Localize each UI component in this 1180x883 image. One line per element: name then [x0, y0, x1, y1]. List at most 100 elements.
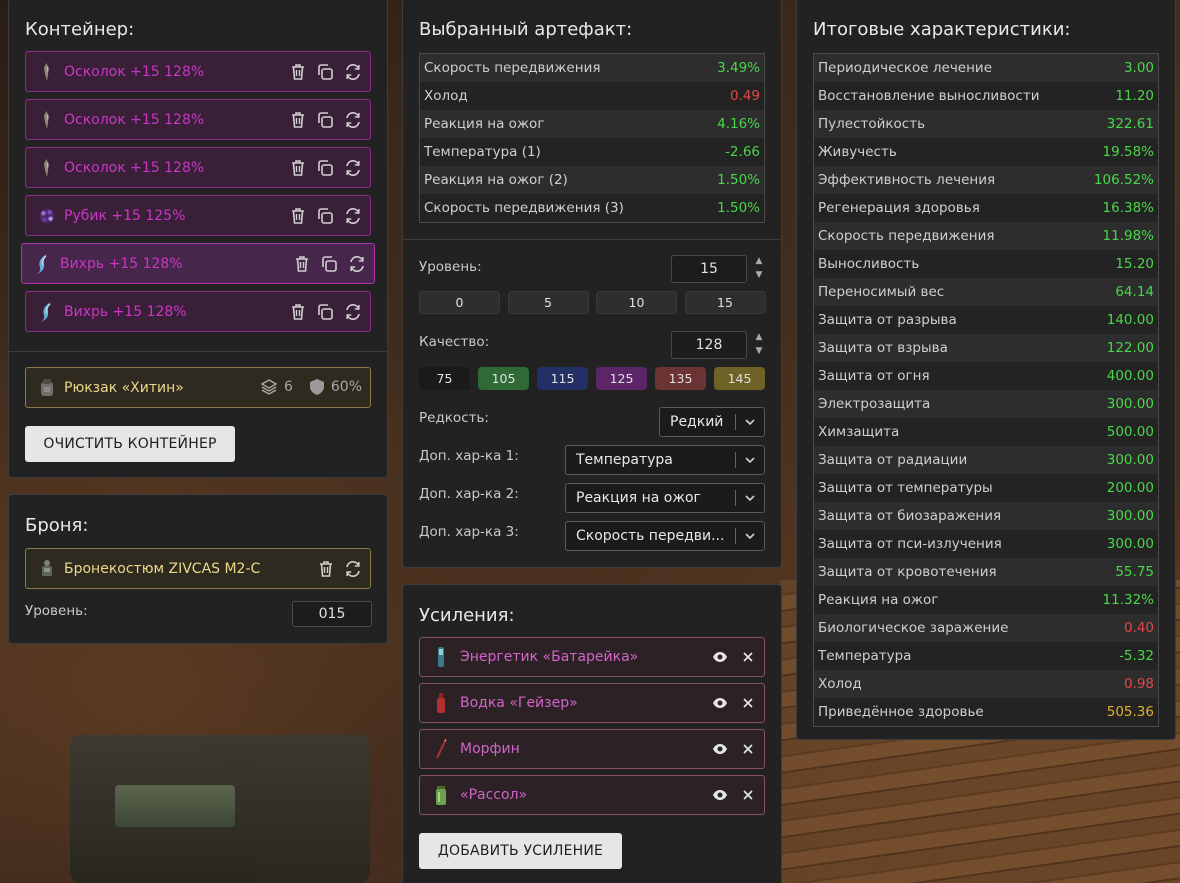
- close-icon[interactable]: [742, 697, 754, 709]
- extra2-value: Реакция на ожог: [576, 490, 701, 506]
- trash-icon[interactable]: [294, 255, 310, 273]
- artifact-row[interactable]: Осколок +15 128%: [25, 147, 371, 188]
- extra1-separator: [735, 452, 736, 468]
- level-stepper-down[interactable]: ▼: [753, 269, 765, 281]
- refresh-icon[interactable]: [344, 303, 362, 321]
- copy-icon[interactable]: [316, 63, 334, 81]
- trash-icon[interactable]: [290, 303, 306, 321]
- extra1-select[interactable]: Температура: [565, 445, 765, 475]
- trash-icon[interactable]: [290, 111, 306, 129]
- level-preset-button[interactable]: 10: [596, 291, 677, 314]
- extra2-label: Доп. хар-ка 2:: [419, 486, 519, 502]
- stat-value: 300.00: [1106, 536, 1154, 552]
- eye-icon[interactable]: [712, 650, 728, 664]
- container-title: Контейнер:: [25, 19, 135, 40]
- stat-row: Электрозащита 300.00: [814, 390, 1158, 418]
- stat-row: Регенерация здоровья 16.38%: [814, 194, 1158, 222]
- artifact-label: Осколок +15 128%: [64, 111, 205, 128]
- refresh-icon[interactable]: [344, 207, 362, 225]
- quality-preset-button[interactable]: 125: [596, 367, 647, 390]
- close-icon[interactable]: [742, 789, 754, 801]
- stat-name: Регенерация здоровья: [818, 200, 980, 216]
- artifact-actions: [290, 63, 362, 81]
- level-label: Уровень:: [419, 259, 482, 275]
- extra3-select[interactable]: Скорость передви...: [565, 521, 765, 551]
- armor-level-input[interactable]: 015: [292, 601, 372, 627]
- boost-label: Морфин: [460, 741, 520, 757]
- refresh-icon[interactable]: [344, 63, 362, 81]
- layers-icon: [260, 379, 278, 395]
- rarity-value: Редкий: [670, 414, 724, 430]
- boost-row[interactable]: Водка «Гейзер»: [419, 683, 765, 723]
- stat-name: Скорость передвижения: [424, 60, 601, 76]
- refresh-icon[interactable]: [344, 159, 362, 177]
- eye-icon[interactable]: [712, 742, 728, 756]
- backpack-row[interactable]: Рюкзак «Хитин» 6 60%: [25, 367, 371, 408]
- stat-value: 505.36: [1106, 704, 1154, 720]
- artifact-row[interactable]: Осколок +15 128%: [25, 51, 371, 92]
- quality-input[interactable]: 128: [671, 331, 747, 359]
- quality-stepper-up[interactable]: ▲: [753, 331, 765, 343]
- trash-icon[interactable]: [318, 560, 334, 578]
- artifact-row[interactable]: Вихрь +15 128%: [25, 291, 371, 332]
- level-input[interactable]: 15: [671, 255, 747, 283]
- stat-value: 16.38%: [1102, 200, 1154, 216]
- add-boost-button[interactable]: ДОБАВИТЬ УСИЛЕНИЕ: [419, 833, 622, 869]
- refresh-icon[interactable]: [348, 255, 366, 273]
- artifact-row[interactable]: Осколок +15 128%: [25, 99, 371, 140]
- copy-icon[interactable]: [316, 207, 334, 225]
- copy-icon[interactable]: [316, 303, 334, 321]
- eye-icon[interactable]: [712, 788, 728, 802]
- level-stepper-up[interactable]: ▲: [753, 255, 765, 267]
- artifact-row[interactable]: Вихрь +15 128%: [21, 243, 375, 284]
- armor-title: Броня:: [25, 515, 89, 536]
- quality-preset-button[interactable]: 135: [655, 367, 706, 390]
- quality-preset-button[interactable]: 105: [478, 367, 529, 390]
- shard-artifact-icon: [38, 109, 56, 131]
- extra2-select[interactable]: Реакция на ожог: [565, 483, 765, 513]
- copy-icon[interactable]: [320, 255, 338, 273]
- rarity-select[interactable]: Редкий: [659, 407, 765, 437]
- boost-row[interactable]: Энергетик «Батарейка»: [419, 637, 765, 677]
- quality-preset-button[interactable]: 115: [537, 367, 588, 390]
- artifact-label: Осколок +15 128%: [64, 63, 205, 80]
- stat-name: Периодическое лечение: [818, 60, 993, 76]
- rarity-separator: [735, 414, 736, 430]
- boost-row[interactable]: «Рассол»: [419, 775, 765, 815]
- stat-name: Выносливость: [818, 256, 920, 272]
- quality-stepper-down[interactable]: ▼: [753, 345, 765, 357]
- trash-icon[interactable]: [290, 63, 306, 81]
- refresh-icon[interactable]: [344, 111, 362, 129]
- whirl-artifact-icon: [34, 253, 52, 275]
- refresh-icon[interactable]: [344, 560, 362, 578]
- eye-icon[interactable]: [712, 696, 728, 710]
- artifact-actions: [290, 159, 362, 177]
- trash-icon[interactable]: [290, 159, 306, 177]
- level-preset-button[interactable]: 5: [507, 291, 589, 314]
- trash-icon[interactable]: [290, 207, 306, 225]
- totals-title: Итоговые характеристики:: [813, 19, 1071, 40]
- close-icon[interactable]: [742, 743, 754, 755]
- stat-value: 19.58%: [1102, 144, 1154, 160]
- artifact-actions: [290, 111, 362, 129]
- level-preset-button[interactable]: 15: [684, 291, 766, 314]
- selected-title: Выбранный артефакт:: [419, 19, 633, 40]
- artifact-row[interactable]: Рубик +15 125%: [25, 195, 371, 236]
- stat-name: Живучесть: [818, 144, 897, 160]
- chevron-down-icon: [745, 457, 755, 464]
- boost-row[interactable]: Морфин: [419, 729, 765, 769]
- clear-container-button[interactable]: ОЧИСТИТЬ КОНТЕЙНЕР: [25, 426, 235, 462]
- stat-row: Температура -5.32: [814, 642, 1158, 670]
- quality-preset-button[interactable]: 75: [419, 367, 470, 390]
- copy-icon[interactable]: [316, 159, 334, 177]
- level-preset-button[interactable]: 0: [419, 291, 500, 314]
- boost-actions: [712, 788, 754, 802]
- armor-row[interactable]: Бронекостюм ZIVCAS M2-C: [25, 548, 371, 589]
- copy-icon[interactable]: [316, 111, 334, 129]
- stat-value: 64.14: [1115, 284, 1154, 300]
- stat-value: 1.50%: [717, 172, 760, 188]
- quality-preset-button[interactable]: 145: [714, 367, 765, 390]
- close-icon[interactable]: [742, 651, 754, 663]
- stat-value: 4.16%: [717, 116, 760, 132]
- boost-actions: [712, 650, 754, 664]
